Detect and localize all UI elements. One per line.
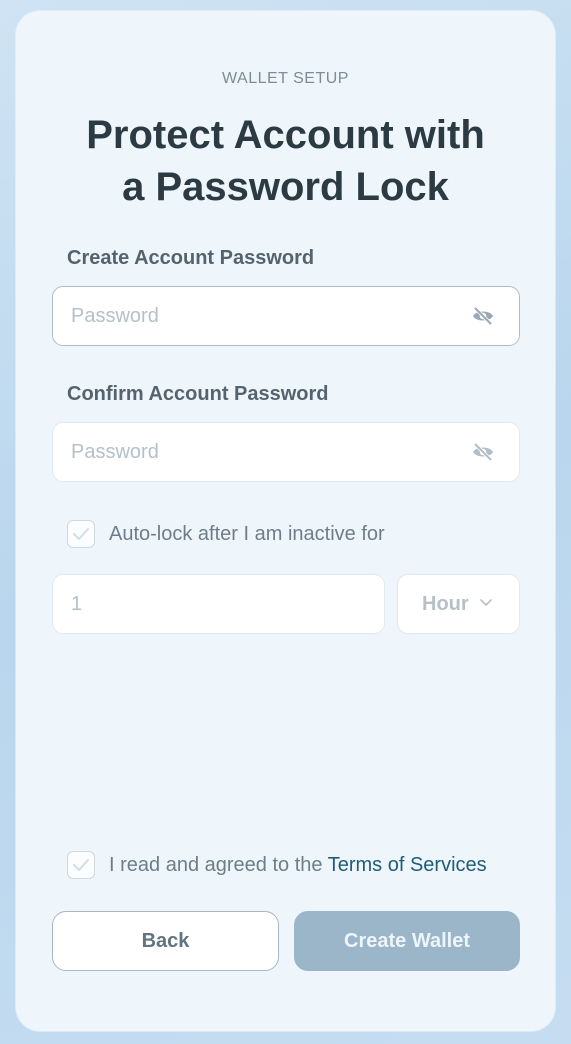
- eye-off-icon[interactable]: [471, 305, 495, 327]
- terms-of-services-link[interactable]: Terms of Services: [328, 854, 487, 876]
- chevron-down-icon: [480, 599, 492, 606]
- auto-lock-unit-value: Hour: [422, 593, 469, 615]
- terms-label: I read and agreed to the Terms of Servic…: [109, 854, 487, 877]
- create-password-placeholder: Password: [71, 305, 159, 327]
- page-title-line-2: a Password Lock: [122, 165, 449, 209]
- checkmark-icon: [73, 859, 89, 871]
- checkmark-icon: [73, 528, 89, 540]
- page-title: Protect Account with a Password Lock: [36, 109, 535, 213]
- create-password-label: Create Account Password: [67, 247, 315, 269]
- eye-off-icon[interactable]: [471, 441, 495, 463]
- terms-checkbox[interactable]: [67, 851, 95, 879]
- step-eyebrow: WALLET SETUP: [222, 70, 349, 87]
- create-wallet-button[interactable]: Create Wallet: [294, 911, 520, 971]
- auto-lock-checkbox[interactable]: [67, 520, 95, 548]
- auto-lock-duration-value: 1: [71, 593, 83, 615]
- confirm-password-placeholder: Password: [71, 441, 159, 463]
- wallet-setup-card: WALLET SETUP Protect Account with a Pass…: [16, 11, 555, 1031]
- confirm-password-label: Confirm Account Password: [67, 383, 329, 405]
- terms-text: I read and agreed to the: [109, 854, 323, 876]
- auto-lock-label: Auto-lock after I am inactive for: [109, 523, 385, 545]
- page-title-line-1: Protect Account with: [86, 113, 485, 157]
- create-password-field[interactable]: Password: [52, 286, 520, 346]
- back-button[interactable]: Back: [52, 911, 279, 971]
- auto-lock-duration-input[interactable]: 1: [52, 574, 385, 634]
- confirm-password-field[interactable]: Password: [52, 422, 520, 482]
- auto-lock-unit-select[interactable]: Hour: [397, 574, 520, 634]
